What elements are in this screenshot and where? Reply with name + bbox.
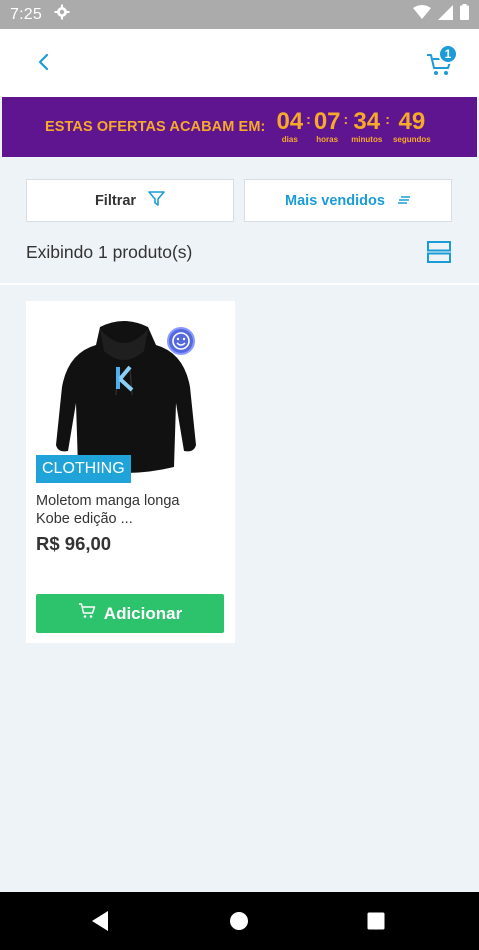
navigation-bar bbox=[0, 892, 479, 950]
sort-icon bbox=[397, 193, 411, 209]
product-name[interactable]: Moletom manga longa Kobe edição ... bbox=[36, 492, 226, 528]
timer-label: horas bbox=[316, 135, 339, 144]
timer-value: 34 bbox=[353, 108, 381, 135]
product-name-line: Kobe edição ... bbox=[36, 511, 133, 527]
back-arrow-icon bbox=[37, 53, 51, 76]
timer-value: 49 bbox=[398, 108, 426, 135]
nav-back-icon[interactable] bbox=[88, 909, 112, 933]
offer-banner: ESTAS OFERTAS ACABAM EM: 04 dias : 07 ho… bbox=[2, 97, 477, 157]
timer-label: dias bbox=[281, 135, 298, 144]
countdown-timer: 04 dias : 07 horas : 34 minutos : 49 seg… bbox=[276, 109, 430, 145]
offer-text: ESTAS OFERTAS ACABAM EM: bbox=[45, 119, 266, 135]
category-tag: CLOTHING bbox=[36, 455, 131, 483]
back-button[interactable] bbox=[30, 50, 58, 78]
sort-label: Mais vendidos bbox=[285, 192, 385, 209]
product-price: R$ 96,00 bbox=[36, 533, 112, 554]
results-count: Exibindo 1 produto(s) bbox=[26, 241, 193, 262]
divider bbox=[0, 283, 479, 285]
gear-icon bbox=[54, 4, 70, 25]
add-to-cart-button[interactable]: Adicionar bbox=[36, 594, 224, 633]
app-bar: 1 bbox=[0, 29, 479, 97]
timer-separator: : bbox=[343, 111, 349, 127]
timer-value: 04 bbox=[276, 108, 304, 135]
add-button-label: Adicionar bbox=[103, 603, 183, 623]
results-row: Exibindo 1 produto(s) bbox=[26, 238, 452, 266]
nav-recents-icon[interactable] bbox=[364, 909, 388, 933]
battery-icon bbox=[460, 4, 469, 25]
timer-label: minutos bbox=[351, 135, 383, 144]
wifi-icon bbox=[413, 5, 431, 24]
signal-icon bbox=[438, 4, 453, 25]
timer-value: 07 bbox=[313, 108, 341, 135]
timer-hours: 07 horas bbox=[314, 109, 341, 145]
filter-icon bbox=[148, 191, 165, 210]
screen: 7:25 1 ESTAS OFERTAS ACABAM EM: 04 dias … bbox=[0, 0, 479, 950]
filter-button[interactable]: Filtrar bbox=[26, 179, 234, 222]
product-card[interactable]: CLOTHING Moletom manga longa Kobe edição… bbox=[26, 301, 235, 643]
timer-separator: : bbox=[306, 111, 311, 127]
timer-separator: : bbox=[385, 111, 390, 127]
cart-button[interactable]: 1 bbox=[424, 44, 464, 85]
timer-seconds: 49 segundos bbox=[393, 109, 431, 145]
status-time: 7:25 bbox=[10, 5, 42, 23]
timer-days: 04 dias bbox=[276, 109, 303, 145]
cart-icon bbox=[78, 603, 96, 624]
product-name-line: Moletom manga longa bbox=[36, 493, 180, 509]
filter-label: Filtrar bbox=[94, 192, 137, 209]
status-bar: 7:25 bbox=[0, 0, 479, 29]
layout-toggle-icon[interactable] bbox=[426, 239, 452, 265]
nav-home-icon[interactable] bbox=[227, 909, 251, 933]
timer-label: segundos bbox=[392, 135, 431, 144]
cart-count-badge: 1 bbox=[438, 44, 458, 64]
sort-button[interactable]: Mais vendidos bbox=[244, 179, 452, 222]
smiley-icon[interactable] bbox=[167, 327, 195, 355]
timer-minutes: 34 minutos bbox=[351, 109, 382, 145]
